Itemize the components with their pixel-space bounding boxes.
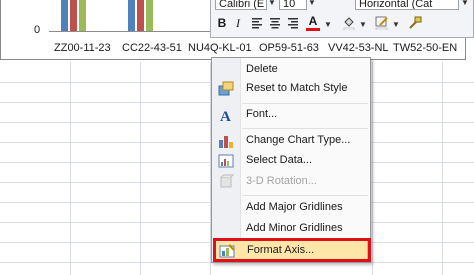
- menu-separator: [242, 195, 368, 196]
- menu-item-label: Select Data...: [246, 154, 313, 166]
- axis-category-label[interactable]: ZZ00-11-23: [54, 42, 111, 54]
- context-menu: Delete Reset to Match Style A Font... Ch…: [211, 57, 371, 263]
- align-right-icon[interactable]: [285, 14, 301, 32]
- svg-text:A: A: [220, 109, 231, 123]
- outline-color-dropdown-icon[interactable]: ▼: [391, 18, 401, 32]
- menu-item-label: Reset to Match Style: [246, 82, 348, 94]
- menu-item-add-minor-gridlines[interactable]: Add Minor Gridlines: [214, 218, 368, 239]
- axis-category-label[interactable]: OP59-51-63: [259, 42, 319, 54]
- rotation-icon: [218, 174, 235, 190]
- mini-toolbar: Calibri (E ▼ 10 ▼ Horizontal (Cat ▼ B I …: [210, 0, 474, 38]
- menu-item-label: Font...: [246, 108, 278, 120]
- fill-color-dropdown-icon[interactable]: ▼: [358, 18, 368, 32]
- menu-item-reset-to-match-style[interactable]: Reset to Match Style: [214, 78, 368, 99]
- chart-bar[interactable]: [137, 0, 144, 31]
- menu-item-add-major-gridlines[interactable]: Add Major Gridlines: [214, 197, 368, 218]
- menu-separator: [242, 128, 368, 129]
- font-color-swatch: [306, 28, 320, 31]
- font-color-letter: A: [308, 14, 318, 28]
- menu-item-label: Change Chart Type...: [246, 134, 351, 146]
- chart-bar[interactable]: [79, 0, 86, 31]
- font-size-dropdown-icon[interactable]: ▼: [307, 0, 317, 10]
- menu-item-change-chart-type[interactable]: Change Chart Type...: [214, 130, 368, 151]
- menu-item-delete[interactable]: Delete: [214, 59, 368, 80]
- align-center-icon[interactable]: [267, 14, 283, 32]
- grid-col-line: [70, 62, 71, 275]
- menu-item-label: Add Major Gridlines: [246, 201, 343, 213]
- align-left-icon[interactable]: [249, 14, 265, 32]
- grid-col-line: [372, 62, 373, 275]
- reset-style-icon: [218, 81, 234, 97]
- chart-bar[interactable]: [146, 0, 153, 31]
- menu-item-label: Add Minor Gridlines: [246, 222, 343, 234]
- menu-item-select-data[interactable]: Select Data...: [214, 150, 368, 171]
- axis-category-label[interactable]: TW52-50-EN: [393, 42, 457, 54]
- fill-color-icon[interactable]: [341, 14, 357, 32]
- italic-button[interactable]: I: [231, 14, 245, 32]
- font-name-dropdown-icon[interactable]: ▼: [267, 0, 277, 10]
- outline-color-icon[interactable]: [374, 14, 390, 32]
- font-size-box[interactable]: 10: [279, 0, 307, 10]
- highlight-box: [213, 238, 371, 262]
- chart-element-dropdown-icon[interactable]: ▼: [460, 0, 470, 10]
- axis-category-label[interactable]: NU4Q-KL-01: [188, 42, 252, 54]
- font-icon: A: [218, 107, 234, 125]
- menu-item-font[interactable]: A Font...: [214, 104, 368, 125]
- grid-col-line: [140, 62, 141, 275]
- font-color-button[interactable]: A: [305, 14, 321, 32]
- grid-col-line: [442, 62, 443, 275]
- format-painter-icon[interactable]: [407, 14, 423, 32]
- chart-bar[interactable]: [128, 0, 135, 31]
- chart-element-box[interactable]: Horizontal (Cat: [355, 0, 459, 10]
- select-data-icon: [218, 153, 234, 169]
- chart-bar[interactable]: [70, 0, 77, 31]
- font-color-dropdown-icon[interactable]: ▼: [323, 18, 333, 32]
- menu-item-label: 3-D Rotation...: [246, 175, 317, 187]
- axis-category-label[interactable]: VV42-53-NL: [328, 42, 389, 54]
- y-axis-tick-label: 0: [34, 24, 41, 36]
- chart-bar[interactable]: [61, 0, 68, 31]
- font-name-box[interactable]: Calibri (E: [215, 0, 267, 10]
- chart-type-icon: [218, 133, 234, 149]
- bold-button[interactable]: B: [215, 14, 229, 32]
- axis-category-label[interactable]: CC22-43-51: [122, 42, 182, 54]
- menu-item-label: Delete: [246, 63, 278, 75]
- menu-item-3d-rotation: 3-D Rotation...: [214, 171, 368, 192]
